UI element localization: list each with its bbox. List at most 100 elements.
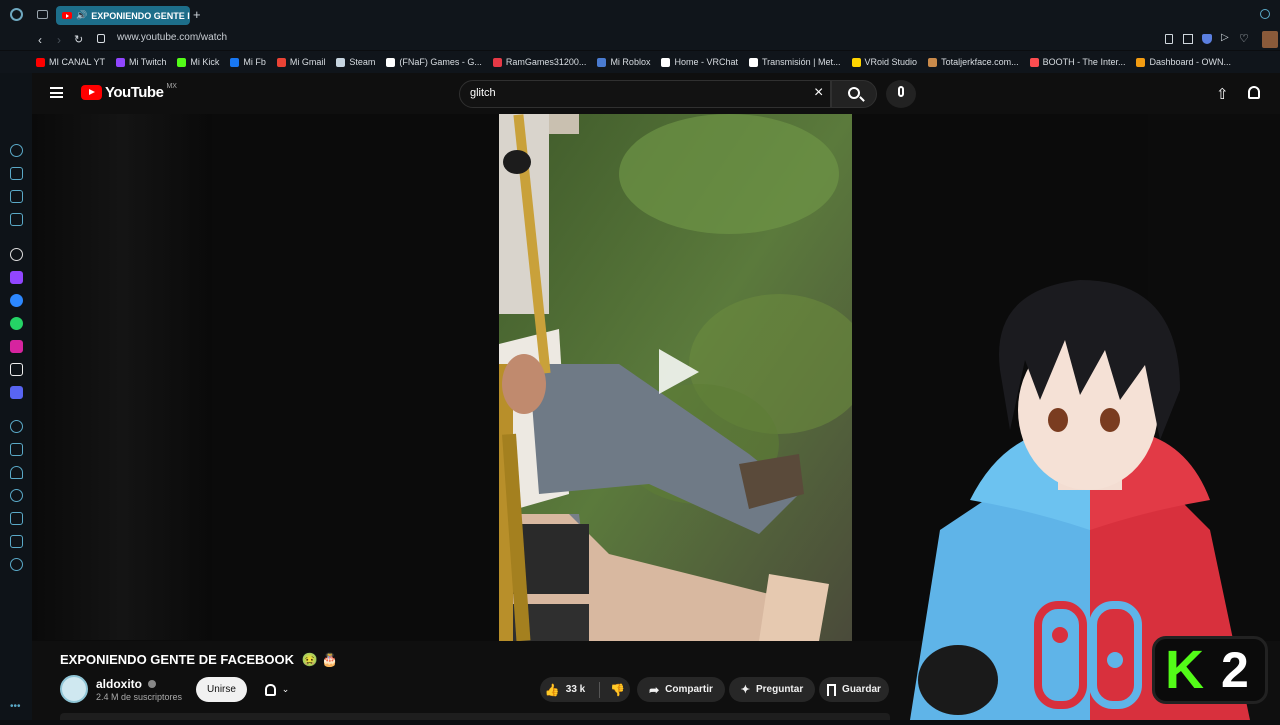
bookmark-item[interactable]: Mi Twitch xyxy=(116,57,166,67)
snapshot-icon[interactable] xyxy=(1183,34,1193,44)
like-button[interactable]: 👍 33 k 👎 xyxy=(540,677,630,702)
youtube-logo-text: YouTube xyxy=(105,84,164,101)
forward-icon[interactable]: › xyxy=(57,33,61,47)
bookmark-item[interactable]: (FNaF) Games - G... xyxy=(386,57,482,67)
share-button[interactable]: ➦ Compartir xyxy=(637,677,725,702)
bookmark-favicon-icon xyxy=(116,57,126,67)
url-text[interactable]: www.youtube.com/watch xyxy=(117,32,227,43)
back-icon[interactable]: ‹ xyxy=(38,33,42,47)
bookmark-label: MI CANAL YT xyxy=(49,57,106,67)
history-icon[interactable] xyxy=(10,144,23,157)
notes-icon[interactable] xyxy=(10,190,23,203)
upload-icon[interactable]: ⇧ xyxy=(1216,85,1229,103)
bookmark-item[interactable]: Transmisión | Met... xyxy=(748,57,841,67)
channel-avatar[interactable] xyxy=(60,675,88,703)
youtube-favicon-icon xyxy=(62,12,72,19)
workspaces-icon[interactable] xyxy=(10,443,23,456)
video-title-row: EXPONIENDO GENTE DE FACEBOOK 🤢 🎂 xyxy=(60,652,338,668)
browser-logo-icon[interactable] xyxy=(10,8,23,21)
bookmark-item[interactable]: Home - VRChat xyxy=(661,57,738,67)
bookmark-label: VRoid Studio xyxy=(864,57,918,67)
youtube-logo[interactable]: YouTube MX xyxy=(81,83,177,101)
bookmark-label: Mi Fb xyxy=(243,57,266,67)
clock-icon[interactable] xyxy=(10,489,23,502)
bookmark-favicon-icon xyxy=(851,57,861,67)
extensions-icon[interactable] xyxy=(10,535,23,548)
k2-badge: K 2 xyxy=(1152,636,1268,704)
bell-ring-icon xyxy=(264,683,276,696)
bookmark-item[interactable]: BOOTH - The Inter... xyxy=(1029,57,1125,67)
title-emojis: 🤢 🎂 xyxy=(301,652,338,667)
bookmark-item[interactable]: Totaljerkface.com... xyxy=(928,57,1019,67)
bookmark-label: Mi Gmail xyxy=(289,57,326,67)
bookmark-label: RamGames31200... xyxy=(505,57,587,67)
bookmark-label: Totaljerkface.com... xyxy=(941,57,1019,67)
discord-icon[interactable] xyxy=(10,386,23,399)
tab-overview-icon[interactable] xyxy=(37,10,48,19)
bookmark-favicon-icon xyxy=(386,57,396,67)
save-label: Guardar xyxy=(842,684,881,695)
bookmark-item[interactable]: Dashboard - OWN... xyxy=(1136,57,1231,67)
twitch-app-icon[interactable] xyxy=(10,271,23,284)
reload-icon[interactable]: ↻ xyxy=(74,33,83,46)
save-button[interactable]: Guardar xyxy=(819,677,889,702)
pin-icon[interactable] xyxy=(1165,34,1173,44)
profile-avatar[interactable] xyxy=(1262,31,1278,48)
bookmark-item[interactable]: Steam xyxy=(336,57,375,67)
bookmark-item[interactable]: Mi Fb xyxy=(230,57,266,67)
downloads-icon[interactable] xyxy=(10,512,23,525)
k2-badge-letter: K xyxy=(1165,640,1204,700)
channel-name-row[interactable]: aldoxito xyxy=(96,677,157,691)
whatsapp-icon[interactable] xyxy=(10,317,23,330)
instagram-icon[interactable] xyxy=(10,340,23,353)
bookmark-label: Mi Kick xyxy=(190,57,220,67)
bookmark-favicon-icon xyxy=(336,57,346,67)
search-button[interactable] xyxy=(831,80,877,108)
settings-icon[interactable] xyxy=(10,558,23,571)
search-box[interactable]: × xyxy=(459,80,831,108)
bookmark-label: Dashboard - OWN... xyxy=(1149,57,1231,67)
active-tab[interactable]: 🔊 EXPONIENDO GENTE I xyxy=(56,6,190,25)
bell-icon[interactable] xyxy=(1248,86,1260,99)
chevron-down-icon: ⌄ xyxy=(281,684,290,694)
favorites-icon[interactable] xyxy=(10,466,23,479)
notification-toggle[interactable]: ⌄ xyxy=(252,677,302,702)
k2-badge-text: 2 xyxy=(1221,642,1249,698)
verified-icon xyxy=(148,680,157,688)
mic-button[interactable] xyxy=(886,80,916,108)
shield-icon[interactable] xyxy=(1202,34,1212,44)
bookmark-item[interactable]: MI CANAL YT xyxy=(36,57,105,67)
tiktok-icon[interactable] xyxy=(10,363,23,376)
search-input[interactable] xyxy=(470,87,770,99)
browser-search-icon[interactable] xyxy=(1260,9,1270,19)
new-tab-button[interactable]: + xyxy=(193,7,201,22)
bookmark-favicon-icon xyxy=(1136,57,1146,67)
bookmark-favicon-icon xyxy=(492,57,502,67)
heart-icon[interactable]: ♡ xyxy=(1239,32,1249,45)
chatgpt-icon[interactable] xyxy=(10,248,23,261)
bookmarks-panel-icon[interactable] xyxy=(10,167,23,180)
bookmark-item[interactable]: RamGames31200... xyxy=(492,57,587,67)
bookmark-favicon-icon xyxy=(597,57,607,67)
menu-icon[interactable] xyxy=(50,87,63,98)
more-icon[interactable]: ••• xyxy=(10,701,21,712)
video-player[interactable] xyxy=(499,114,852,641)
channel-name[interactable]: aldoxito xyxy=(96,677,142,691)
lock-icon[interactable] xyxy=(97,34,105,43)
video-title: EXPONIENDO GENTE DE FACEBOOK xyxy=(60,652,295,667)
bookmark-item[interactable]: Mi Gmail xyxy=(276,57,326,67)
send-icon[interactable]: ▷ xyxy=(1221,32,1229,43)
dislike-icon[interactable]: 👎 xyxy=(610,683,625,697)
messenger-icon[interactable] xyxy=(10,294,23,307)
bookmark-item[interactable]: VRoid Studio xyxy=(851,57,918,67)
like-icon: 👍 xyxy=(544,682,560,697)
bookmark-item[interactable]: Mi Roblox xyxy=(597,57,650,67)
bookmark-item[interactable]: Mi Kick xyxy=(177,57,219,67)
aria-icon[interactable] xyxy=(10,420,23,433)
join-button[interactable]: Unirse xyxy=(196,677,247,702)
ask-button[interactable]: ✦ Preguntar xyxy=(729,677,815,702)
mail-icon[interactable] xyxy=(10,213,23,226)
bookmark-favicon-icon xyxy=(230,57,240,67)
close-icon[interactable]: × xyxy=(814,84,823,102)
audio-icon[interactable]: 🔊 xyxy=(76,10,87,21)
